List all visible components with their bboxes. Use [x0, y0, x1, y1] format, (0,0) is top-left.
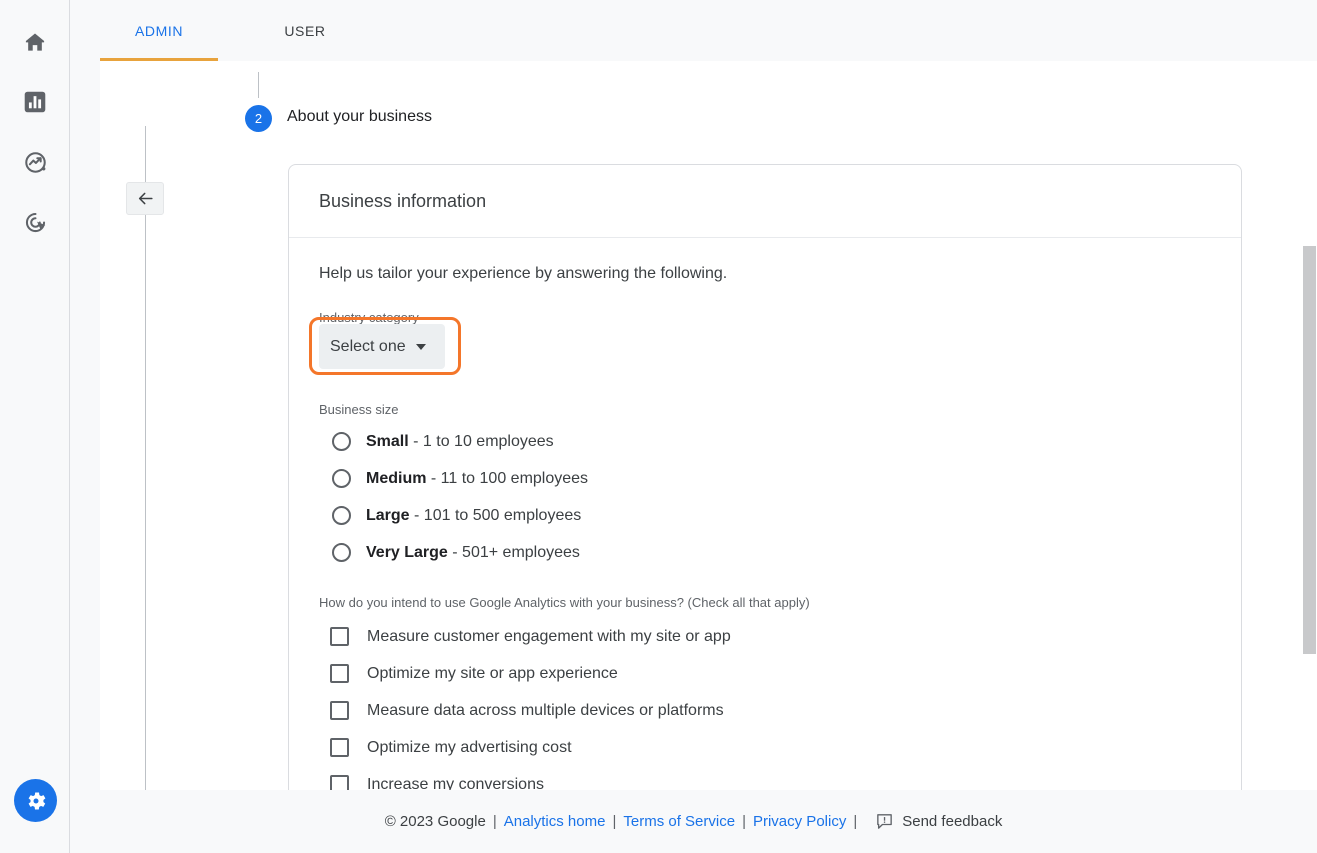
checkbox-option-label: Optimize my site or app experience — [367, 664, 618, 682]
radio-option-very-large[interactable]: Very Large - 501+ employees — [319, 534, 1211, 571]
checkbox-option-increase-conversions[interactable]: Increase my conversions — [319, 766, 1211, 790]
footer-copyright: © 2023 Google — [384, 813, 486, 830]
analytics-setup-page: ADMIN USER 2 About your business Busines… — [0, 0, 1317, 853]
footer-separator: | — [492, 813, 497, 830]
step-connector-line — [258, 72, 259, 98]
reports-bar-chart-icon[interactable] — [0, 78, 70, 126]
industry-category-select[interactable]: Select one — [319, 324, 445, 369]
settings-gear-icon[interactable] — [14, 779, 57, 822]
radio-option-medium[interactable]: Medium - 11 to 100 employees — [319, 460, 1211, 497]
business-information-card: Business information Help us tailor your… — [288, 164, 1242, 790]
radio-option-medium-name: Medium — [366, 469, 427, 487]
card-body: Help us tailor your experience by answer… — [289, 238, 1241, 790]
radio-option-large-detail: - 101 to 500 employees — [414, 506, 582, 524]
footer-link-analytics-home[interactable]: Analytics home — [504, 813, 606, 830]
radio-option-small[interactable]: Small - 1 to 10 employees — [319, 423, 1211, 460]
tab-admin-label: ADMIN — [134, 22, 184, 39]
checkbox-icon — [330, 775, 349, 790]
business-size-radio-group: Small - 1 to 10 employees Medium - 11 to… — [319, 423, 1211, 571]
industry-category-label: Industry category — [319, 310, 419, 325]
checkbox-option-label: Measure data across multiple devices or … — [367, 701, 724, 719]
checkbox-option-measure-cross-device[interactable]: Measure data across multiple devices or … — [319, 692, 1211, 729]
footer-link-terms-of-service[interactable]: Terms of Service — [623, 813, 735, 830]
checkbox-icon — [330, 738, 349, 757]
checkbox-option-optimize-ad-cost[interactable]: Optimize my advertising cost — [319, 729, 1211, 766]
radio-option-small-detail: - 1 to 10 employees — [413, 432, 554, 450]
tab-admin[interactable]: ADMIN — [100, 0, 218, 61]
radio-circle-icon — [332, 432, 351, 451]
vertical-scrollbar-thumb[interactable] — [1303, 246, 1316, 654]
intent-question-label: How do you intend to use Google Analytic… — [319, 595, 810, 610]
explore-trend-icon[interactable] — [0, 138, 70, 186]
back-button[interactable] — [126, 182, 164, 215]
tab-user-label: USER — [284, 22, 326, 39]
chevron-down-icon — [415, 343, 426, 350]
footer-link-privacy-policy[interactable]: Privacy Policy — [753, 813, 846, 830]
home-icon[interactable] — [0, 18, 70, 66]
intent-checkbox-group: Measure customer engagement with my site… — [319, 618, 1211, 790]
radio-option-medium-detail: - 11 to 100 employees — [430, 469, 589, 487]
arrow-left-icon — [138, 192, 153, 205]
step-number-badge: 2 — [245, 105, 272, 132]
footer-separator: | — [612, 813, 617, 830]
radio-option-very-large-detail: - 501+ employees — [452, 543, 580, 561]
footer-separator: | — [853, 813, 858, 830]
radio-option-very-large-name: Very Large — [366, 543, 448, 561]
radio-option-large[interactable]: Large - 101 to 500 employees — [319, 497, 1211, 534]
radio-option-small-name: Small — [366, 432, 409, 450]
checkbox-option-label: Measure customer engagement with my site… — [367, 627, 731, 645]
radio-option-large-name: Large — [366, 506, 410, 524]
checkbox-icon — [330, 701, 349, 720]
business-size-label: Business size — [319, 402, 399, 417]
radio-circle-icon — [332, 506, 351, 525]
industry-category-value: Select one — [330, 337, 406, 355]
radio-circle-icon — [332, 543, 351, 562]
advertising-target-icon[interactable] — [0, 198, 70, 246]
radio-circle-icon — [332, 469, 351, 488]
card-header: Business information — [289, 165, 1241, 238]
card-title: Business information — [319, 190, 487, 211]
industry-category-field: Industry category Select one — [309, 310, 1211, 394]
step-title: About your business — [287, 108, 432, 125]
checkbox-option-label: Optimize my advertising cost — [367, 738, 572, 756]
checkbox-option-optimize-experience[interactable]: Optimize my site or app experience — [319, 655, 1211, 692]
checkbox-option-label: Increase my conversions — [367, 775, 544, 791]
send-feedback-label: Send feedback — [902, 813, 1003, 830]
tab-user[interactable]: USER — [246, 0, 364, 61]
intro-text: Help us tailor your experience by answer… — [319, 265, 728, 282]
page-footer: © 2023 Google | Analytics home | Terms o… — [70, 790, 1317, 853]
left-nav-rail — [0, 0, 70, 853]
admin-user-tabs: ADMIN USER — [70, 0, 1317, 61]
checkbox-icon — [330, 664, 349, 683]
feedback-speech-bubble-icon — [877, 814, 893, 829]
setup-content-pane: 2 About your business Business informati… — [100, 61, 1317, 790]
checkbox-icon — [330, 627, 349, 646]
checkbox-option-measure-engagement[interactable]: Measure customer engagement with my site… — [319, 618, 1211, 655]
vertical-scrollbar-track[interactable] — [1302, 122, 1317, 790]
step-rail-line — [145, 126, 146, 790]
footer-separator: | — [742, 813, 746, 830]
send-feedback-button[interactable]: Send feedback — [875, 812, 1002, 831]
